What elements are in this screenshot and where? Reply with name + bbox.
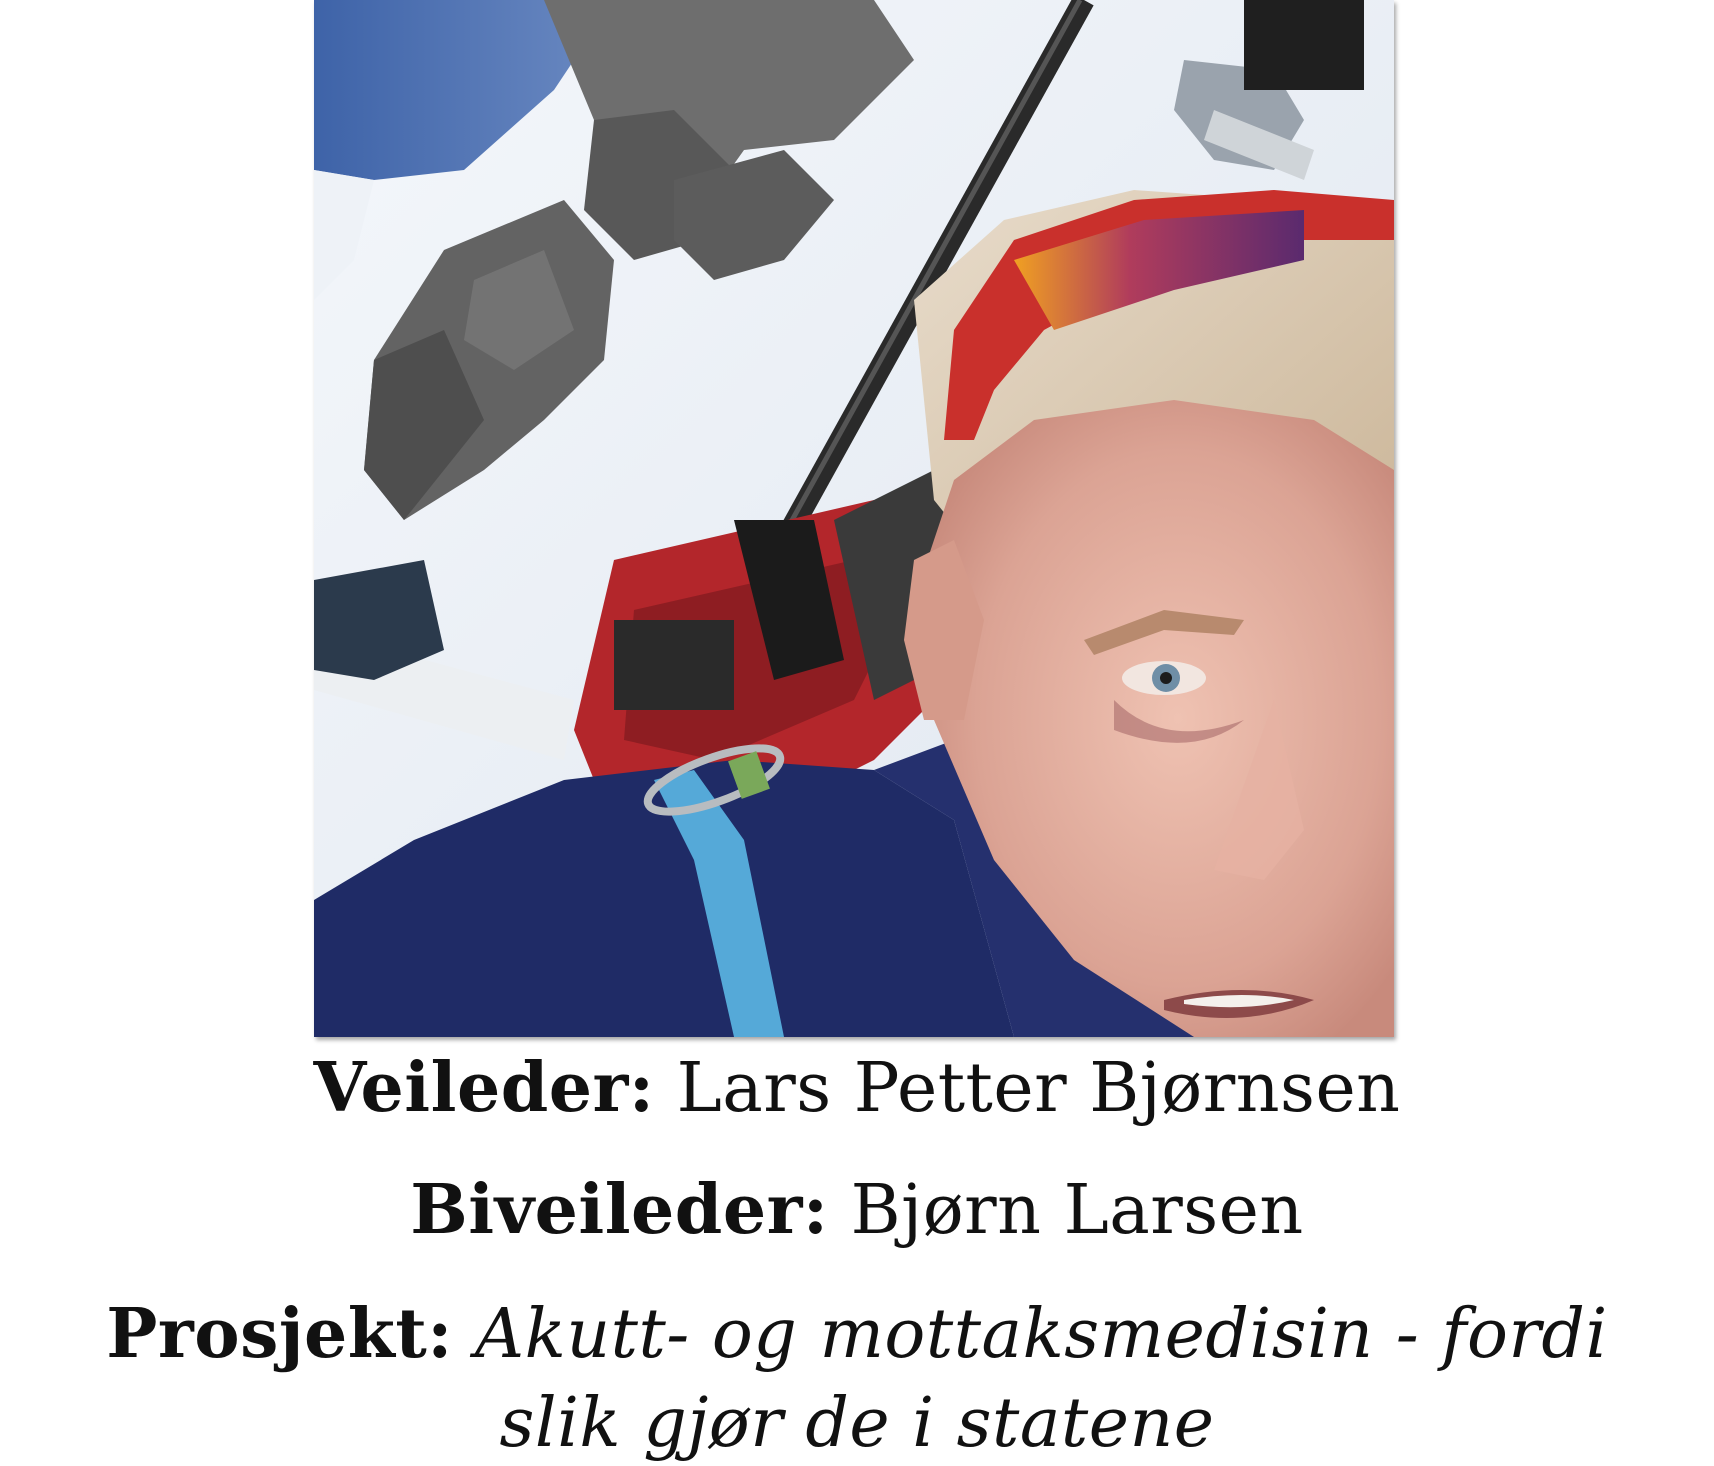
portrait-photo — [314, 0, 1394, 1037]
supervisor-line: Veileder: Lars Petter Bjørnsen — [0, 1054, 1714, 1123]
project-title-line1: Akutt- og mottaksmedisin - fordi — [475, 1295, 1608, 1374]
project-line: Prosjekt: Akutt- og mottaksmedisin - for… — [0, 1300, 1714, 1369]
co-supervisor-label: Biveileder: — [410, 1170, 829, 1250]
project-title-line2: slik gjør de i statene — [499, 1384, 1215, 1463]
supervisor-name: Lars Petter Bjørnsen — [676, 1049, 1401, 1128]
supervisor-label: Veileder: — [313, 1048, 655, 1128]
project-title-continuation: slik gjør de i statene — [0, 1390, 1714, 1458]
project-label: Prosjekt: — [106, 1294, 453, 1374]
co-supervisor-name: Bjørn Larsen — [850, 1171, 1304, 1250]
co-supervisor-line: Biveileder: Bjørn Larsen — [0, 1176, 1714, 1245]
